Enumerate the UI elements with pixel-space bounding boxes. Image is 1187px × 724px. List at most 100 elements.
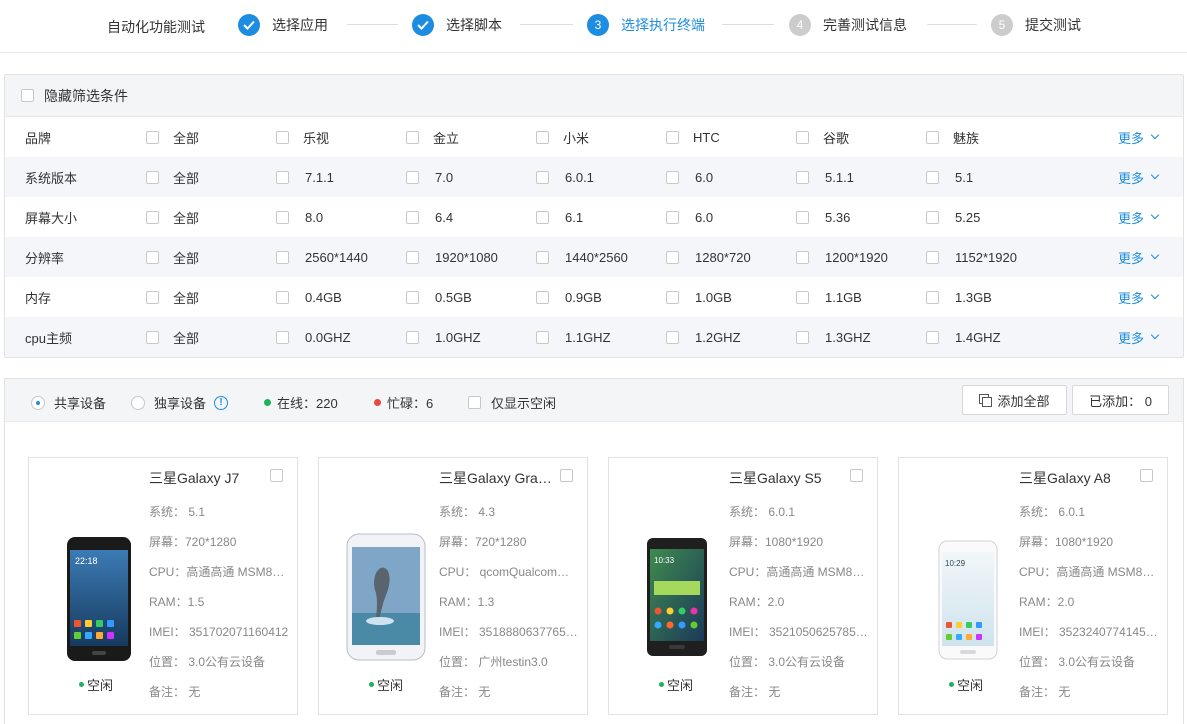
idle-only-filter[interactable]: 仅显示空闲 [468, 393, 556, 412]
filter-option-checkbox[interactable] [276, 210, 289, 224]
filter-option-checkbox[interactable] [796, 170, 809, 184]
filter-option[interactable]: 1200*1920 [796, 250, 888, 265]
filter-option-checkbox[interactable] [926, 210, 939, 224]
filter-option[interactable]: 全部 [146, 288, 199, 307]
filter-option-checkbox[interactable] [276, 250, 289, 264]
more-button[interactable]: 更多 [1118, 168, 1160, 187]
filter-option[interactable]: 6.0.1 [536, 170, 594, 185]
device-card[interactable]: 10:33 三星Galaxy S5 系统： 6.0.1 屏幕：1080*1920 CPU… [608, 457, 878, 715]
filter-option[interactable]: 全部 [146, 168, 199, 187]
hide-filter-checkbox[interactable] [21, 89, 34, 102]
filter-option-checkbox[interactable] [146, 330, 159, 344]
device-select-checkbox[interactable] [560, 469, 573, 482]
filter-option-checkbox[interactable] [666, 170, 679, 184]
filter-option[interactable]: 1.0GHZ [406, 330, 481, 345]
more-button[interactable]: 更多 [1118, 208, 1160, 227]
step-submit-test[interactable]: 5 提交测试 [991, 13, 1081, 37]
step-test-info[interactable]: 4 完善测试信息 [789, 13, 907, 37]
filter-option[interactable]: 5.36 [796, 210, 850, 225]
filter-option[interactable]: 6.1 [536, 210, 583, 225]
filter-option[interactable]: 0.0GHZ [276, 330, 351, 345]
filter-option[interactable]: 6.4 [406, 210, 453, 225]
filter-option-checkbox[interactable] [146, 250, 159, 264]
filter-option-checkbox[interactable] [536, 130, 549, 144]
filter-option-checkbox[interactable] [406, 130, 419, 144]
filter-option[interactable]: 0.4GB [276, 290, 342, 305]
filter-option-checkbox[interactable] [146, 130, 159, 144]
device-select-checkbox[interactable] [850, 469, 863, 482]
more-button[interactable]: 更多 [1118, 128, 1160, 147]
exclusive-device-radio[interactable]: 独享设备 ! [131, 393, 229, 412]
info-icon[interactable]: ! [214, 395, 229, 410]
add-all-button[interactable]: 添加全部 [962, 385, 1067, 415]
filter-option[interactable]: 乐视 [276, 128, 329, 147]
filter-option[interactable]: 金立 [406, 128, 459, 147]
more-button[interactable]: 更多 [1118, 328, 1160, 347]
filter-option[interactable]: HTC [666, 130, 720, 145]
filter-option[interactable]: 7.0 [406, 170, 453, 185]
filter-option-checkbox[interactable] [926, 290, 939, 304]
device-select-checkbox[interactable] [1140, 469, 1153, 482]
filter-option[interactable]: 全部 [146, 328, 199, 347]
filter-option[interactable]: 1440*2560 [536, 250, 628, 265]
filter-option-checkbox[interactable] [406, 250, 419, 264]
filter-option-checkbox[interactable] [406, 330, 419, 344]
step-select-script[interactable]: 选择脚本 [412, 13, 502, 37]
filter-option-checkbox[interactable] [406, 290, 419, 304]
filter-option[interactable]: 6.0 [666, 170, 713, 185]
filter-option-checkbox[interactable] [666, 210, 679, 224]
filter-option-checkbox[interactable] [276, 330, 289, 344]
filter-option[interactable]: 1.4GHZ [926, 330, 1001, 345]
filter-option[interactable]: 5.1 [926, 170, 973, 185]
filter-option-checkbox[interactable] [666, 330, 679, 344]
device-card[interactable]: 10:29 三星Galaxy A8 系统： 6.0.1 屏幕：1080*1920 CPU… [898, 457, 1168, 715]
filter-option-checkbox[interactable] [276, 170, 289, 184]
device-card[interactable]: 22:18 三星Galaxy J7 系统： 5.1 屏幕：720*1280 CPU：高通… [28, 457, 298, 715]
device-card[interactable]: 三星Galaxy Grand 2 系统： 4.3 屏幕：720*1280 CPU： q… [318, 457, 588, 715]
filter-option[interactable]: 7.1.1 [276, 170, 334, 185]
filter-option-checkbox[interactable] [796, 250, 809, 264]
filter-option-checkbox[interactable] [666, 250, 679, 264]
filter-option-checkbox[interactable] [926, 170, 939, 184]
filter-option-checkbox[interactable] [146, 290, 159, 304]
filter-option-checkbox[interactable] [536, 210, 549, 224]
filter-option[interactable]: 1.1GHZ [536, 330, 611, 345]
filter-option-checkbox[interactable] [536, 170, 549, 184]
filter-option-checkbox[interactable] [796, 290, 809, 304]
filter-option-checkbox[interactable] [796, 210, 809, 224]
filter-option-checkbox[interactable] [406, 210, 419, 224]
step-select-terminal[interactable]: 3 选择执行终端 [587, 13, 705, 37]
filter-option-checkbox[interactable] [926, 130, 939, 144]
filter-option[interactable]: 全部 [146, 208, 199, 227]
filter-option-checkbox[interactable] [926, 250, 939, 264]
idle-only-checkbox[interactable] [468, 396, 481, 409]
filter-option-checkbox[interactable] [796, 330, 809, 344]
filter-option-checkbox[interactable] [926, 330, 939, 344]
filter-option-checkbox[interactable] [146, 210, 159, 224]
filter-option[interactable]: 1280*720 [666, 250, 751, 265]
more-button[interactable]: 更多 [1118, 288, 1160, 307]
filter-option-checkbox[interactable] [406, 170, 419, 184]
filter-option[interactable]: 1.3GHZ [796, 330, 871, 345]
filter-option[interactable]: 1.3GB [926, 290, 992, 305]
filter-option[interactable]: 6.0 [666, 210, 713, 225]
filter-option-checkbox[interactable] [796, 130, 809, 144]
filter-option[interactable]: 2560*1440 [276, 250, 368, 265]
filter-option[interactable]: 1152*1920 [926, 250, 1017, 265]
more-button[interactable]: 更多 [1118, 248, 1160, 267]
filter-option[interactable]: 8.0 [276, 210, 323, 225]
filter-option-checkbox[interactable] [536, 250, 549, 264]
filter-option[interactable]: 1920*1080 [406, 250, 498, 265]
filter-option[interactable]: 全部 [146, 248, 199, 267]
added-count-button[interactable]: 已添加： 0 [1072, 385, 1169, 415]
device-select-checkbox[interactable] [270, 469, 283, 482]
filter-option[interactable]: 0.9GB [536, 290, 602, 305]
filter-option[interactable]: 1.1GB [796, 290, 862, 305]
filter-option[interactable]: 1.2GHZ [666, 330, 741, 345]
filter-option-checkbox[interactable] [536, 290, 549, 304]
filter-option[interactable]: 5.25 [926, 210, 980, 225]
filter-option[interactable]: 魅族 [926, 128, 979, 147]
filter-option-checkbox[interactable] [276, 130, 289, 144]
filter-option[interactable]: 0.5GB [406, 290, 472, 305]
filter-option-checkbox[interactable] [666, 290, 679, 304]
